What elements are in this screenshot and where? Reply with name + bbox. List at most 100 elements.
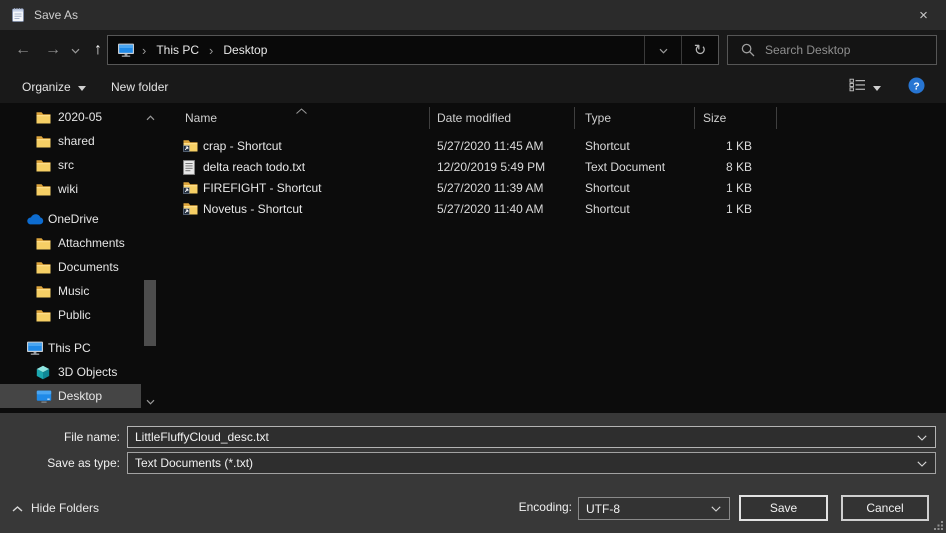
sidebar-item-3d-objects[interactable]: 3D Objects <box>0 360 141 384</box>
folder-tree: 2020-05 shared src wiki OneDrive Attachments D… <box>0 105 160 413</box>
file-size: 1 KB <box>660 181 752 195</box>
column-header-type[interactable]: Type <box>575 107 695 129</box>
breadcrumb[interactable]: › This PC › Desktop ↻ <box>107 35 719 65</box>
sidebar-item-shared[interactable]: shared <box>0 129 141 153</box>
folder-icon <box>36 285 55 298</box>
recent-locations-button[interactable] <box>66 30 84 70</box>
chevron-down-icon[interactable] <box>917 435 927 441</box>
close-button[interactable]: × <box>901 0 946 30</box>
encoding-value: UTF-8 <box>586 502 620 516</box>
command-bar: Organize New folder ? <box>0 70 946 103</box>
sidebar-item-attachments[interactable]: Attachments <box>0 231 141 255</box>
folder-tree-sidebar: 2020-05 shared src wiki OneDrive Attachments D… <box>0 103 160 413</box>
save-button[interactable]: Save <box>739 495 828 521</box>
scroll-down-button[interactable] <box>142 393 158 409</box>
file-name-input[interactable] <box>135 430 935 444</box>
sidebar-item-label: Attachments <box>58 236 125 250</box>
organize-label: Organize <box>22 80 71 94</box>
change-view-button[interactable] <box>849 70 881 103</box>
forward-button[interactable]: → <box>38 30 68 70</box>
column-header-size[interactable]: Size <box>695 107 777 129</box>
desktop-icon <box>36 390 55 403</box>
chevron-up-icon <box>146 110 155 124</box>
chevron-down-icon <box>146 394 155 408</box>
sidebar-item-documents[interactable]: Documents <box>0 255 141 279</box>
folder-icon <box>36 237 55 250</box>
this-pc-icon <box>117 43 135 57</box>
breadcrumb-separator: › <box>202 43 220 58</box>
new-folder-button[interactable]: New folder <box>111 70 168 103</box>
scroll-up-button[interactable] <box>142 109 158 125</box>
cube-3d-icon <box>36 365 55 380</box>
refresh-button[interactable]: ↻ <box>681 36 718 64</box>
search-box <box>727 35 937 65</box>
sidebar-item-wiki[interactable]: wiki <box>0 177 141 201</box>
sidebar-item-2020-05[interactable]: 2020-05 <box>0 105 141 129</box>
file-row-firefight-shortcut[interactable]: FIREFIGHT - Shortcut5/27/2020 11:39 AMSh… <box>160 178 946 199</box>
new-folder-label: New folder <box>111 80 168 94</box>
breadcrumb-this-pc[interactable]: This PC <box>153 36 202 64</box>
search-icon <box>741 43 755 57</box>
sidebar-item-onedrive[interactable]: OneDrive <box>0 207 141 231</box>
sidebar-item-label: OneDrive <box>48 212 99 226</box>
breadcrumb-desktop[interactable]: Desktop <box>220 36 270 64</box>
file-type: Shortcut <box>585 139 630 153</box>
file-name: delta reach todo.txt <box>203 160 305 174</box>
sidebar-item-label: This PC <box>48 341 91 355</box>
sidebar-item-label: wiki <box>58 182 78 196</box>
file-size: 1 KB <box>660 202 752 216</box>
chevron-down-icon <box>71 43 80 57</box>
sidebar-item-label: Public <box>58 308 91 322</box>
folder-shortcut-icon <box>183 181 198 194</box>
sidebar-item-src[interactable]: src <box>0 153 141 177</box>
svg-text:?: ? <box>913 80 919 92</box>
file-row-delta-reach-todo-txt[interactable]: delta reach todo.txt12/20/2019 5:49 PMTe… <box>160 157 946 178</box>
file-name-label: File name: <box>0 430 120 444</box>
save-as-type-select[interactable]: Text Documents (*.txt) <box>127 452 936 474</box>
refresh-icon: ↻ <box>694 41 707 59</box>
sidebar-item-label: src <box>58 158 74 172</box>
address-dropdown-button[interactable] <box>644 36 681 64</box>
help-icon: ? <box>908 77 925 97</box>
footer: File name: Save as type: Text Documents … <box>0 413 946 533</box>
sidebar-item-label: shared <box>58 134 95 148</box>
organize-button[interactable]: Organize <box>22 70 86 103</box>
notepad-icon <box>10 7 26 23</box>
navigation-bar: ← → ↑ › This PC › Desktop ↻ <box>0 30 946 70</box>
caret-down-icon <box>78 80 86 94</box>
column-headers: Name Date modified Type Size <box>160 103 946 132</box>
file-row-novetus-shortcut[interactable]: Novetus - Shortcut5/27/2020 11:40 AMShor… <box>160 199 946 220</box>
hide-folders-button[interactable]: Hide Folders <box>12 495 99 520</box>
text-document-icon <box>183 160 195 175</box>
cancel-button[interactable]: Cancel <box>841 495 929 521</box>
help-button[interactable]: ? <box>908 70 925 103</box>
sidebar-item-public[interactable]: Public <box>0 303 141 327</box>
resize-grip[interactable] <box>934 521 943 530</box>
folder-icon <box>36 261 55 274</box>
sort-ascending-icon <box>295 104 308 118</box>
scrollbar-thumb[interactable] <box>144 280 156 346</box>
file-name-combo <box>127 426 936 448</box>
search-input[interactable] <box>765 43 936 57</box>
folder-icon <box>36 135 55 148</box>
save-as-dialog: Save As × ← → ↑ › This PC › Desktop ↻ Or… <box>0 0 946 533</box>
sidebar-scrollbar[interactable] <box>142 103 158 413</box>
encoding-select[interactable]: UTF-8 <box>578 497 730 520</box>
folder-icon <box>36 183 55 196</box>
sidebar-item-label: Desktop <box>58 389 102 403</box>
sidebar-item-this-pc[interactable]: This PC <box>0 336 141 360</box>
folder-shortcut-icon <box>183 139 198 152</box>
file-name: Novetus - Shortcut <box>203 202 302 216</box>
file-name: FIREFIGHT - Shortcut <box>203 181 321 195</box>
column-header-date-modified[interactable]: Date modified <box>430 107 575 129</box>
file-rows: crap - Shortcut5/27/2020 11:45 AMShortcu… <box>160 136 946 220</box>
hide-folders-label: Hide Folders <box>31 501 99 515</box>
folder-shortcut-icon <box>183 202 198 215</box>
back-button[interactable]: ← <box>8 30 38 70</box>
file-row-crap-shortcut[interactable]: crap - Shortcut5/27/2020 11:45 AMShortcu… <box>160 136 946 157</box>
sidebar-item-music[interactable]: Music <box>0 279 141 303</box>
file-date-modified: 5/27/2020 11:40 AM <box>437 202 544 216</box>
folder-icon <box>36 159 55 172</box>
sidebar-item-desktop[interactable]: Desktop <box>0 384 141 408</box>
this-pc-icon <box>26 341 45 355</box>
